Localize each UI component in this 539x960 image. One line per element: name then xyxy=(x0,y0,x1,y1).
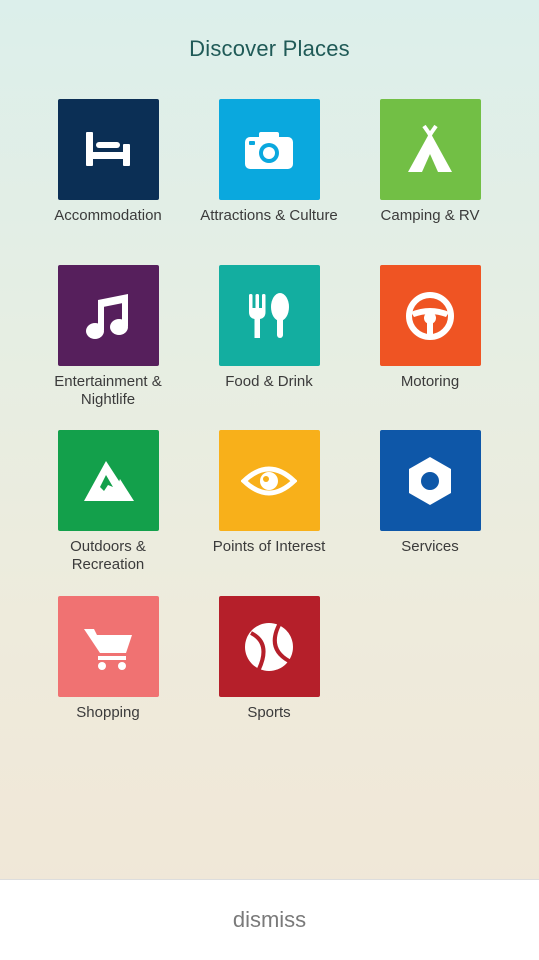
page-title: Discover Places xyxy=(189,36,350,61)
music-note-icon xyxy=(86,293,128,339)
category-label: Points of Interest xyxy=(212,538,326,555)
category-label: Motoring xyxy=(400,373,460,390)
steering-wheel-icon xyxy=(406,291,454,340)
category-food-drink[interactable]: Food & Drink xyxy=(199,265,339,391)
category-label: Services xyxy=(401,538,459,555)
services-tile[interactable] xyxy=(379,430,481,531)
bed-icon xyxy=(86,131,130,166)
category-motoring[interactable]: Motoring xyxy=(360,265,500,391)
category-label: Food & Drink xyxy=(225,373,313,390)
category-sports[interactable]: Sports xyxy=(199,596,339,722)
category-entertainment-nightlife[interactable]: Entertainment & Nightlife xyxy=(38,265,178,409)
category-services[interactable]: Services xyxy=(360,430,500,556)
category-label: Camping & RV xyxy=(380,207,480,224)
mountain-icon xyxy=(84,460,134,501)
category-label: Attractions & Culture xyxy=(200,207,338,224)
category-attractions-culture[interactable]: Attractions & Culture xyxy=(199,99,339,225)
category-label: Outdoors & Recreation xyxy=(70,538,146,573)
tent-icon xyxy=(408,124,452,172)
category-label: Shopping xyxy=(76,704,140,721)
motoring-tile[interactable] xyxy=(379,265,481,366)
category-outdoors-recreation[interactable]: Outdoors & Recreation xyxy=(38,430,178,574)
shopping-cart-icon xyxy=(84,628,132,670)
camera-icon xyxy=(245,131,293,169)
poi-tile[interactable] xyxy=(218,430,320,531)
category-shopping[interactable]: Shopping xyxy=(38,596,178,722)
hex-nut-icon xyxy=(409,456,451,505)
category-accommodation[interactable]: Accommodation xyxy=(38,99,178,225)
outdoors-tile[interactable] xyxy=(57,430,159,531)
shopping-tile[interactable] xyxy=(57,596,159,697)
category-camping-rv[interactable]: Camping & RV xyxy=(360,99,500,225)
attractions-tile[interactable] xyxy=(218,99,320,200)
category-points-of-interest[interactable]: Points of Interest xyxy=(199,430,339,556)
footer-bar: dismiss xyxy=(0,879,539,960)
category-label: Sports xyxy=(247,704,291,721)
ball-icon xyxy=(245,622,293,671)
fork-spoon-icon xyxy=(249,292,289,338)
food-tile[interactable] xyxy=(218,265,320,366)
category-label: Accommodation xyxy=(54,207,162,224)
accommodation-tile[interactable] xyxy=(57,99,159,200)
camping-tile[interactable] xyxy=(379,99,481,200)
entertainment-tile[interactable] xyxy=(57,265,159,366)
category-label: Entertainment & Nightlife xyxy=(54,373,162,408)
eye-icon xyxy=(241,466,297,495)
dismiss-button[interactable]: dismiss xyxy=(227,906,312,934)
sports-tile[interactable] xyxy=(218,596,320,697)
